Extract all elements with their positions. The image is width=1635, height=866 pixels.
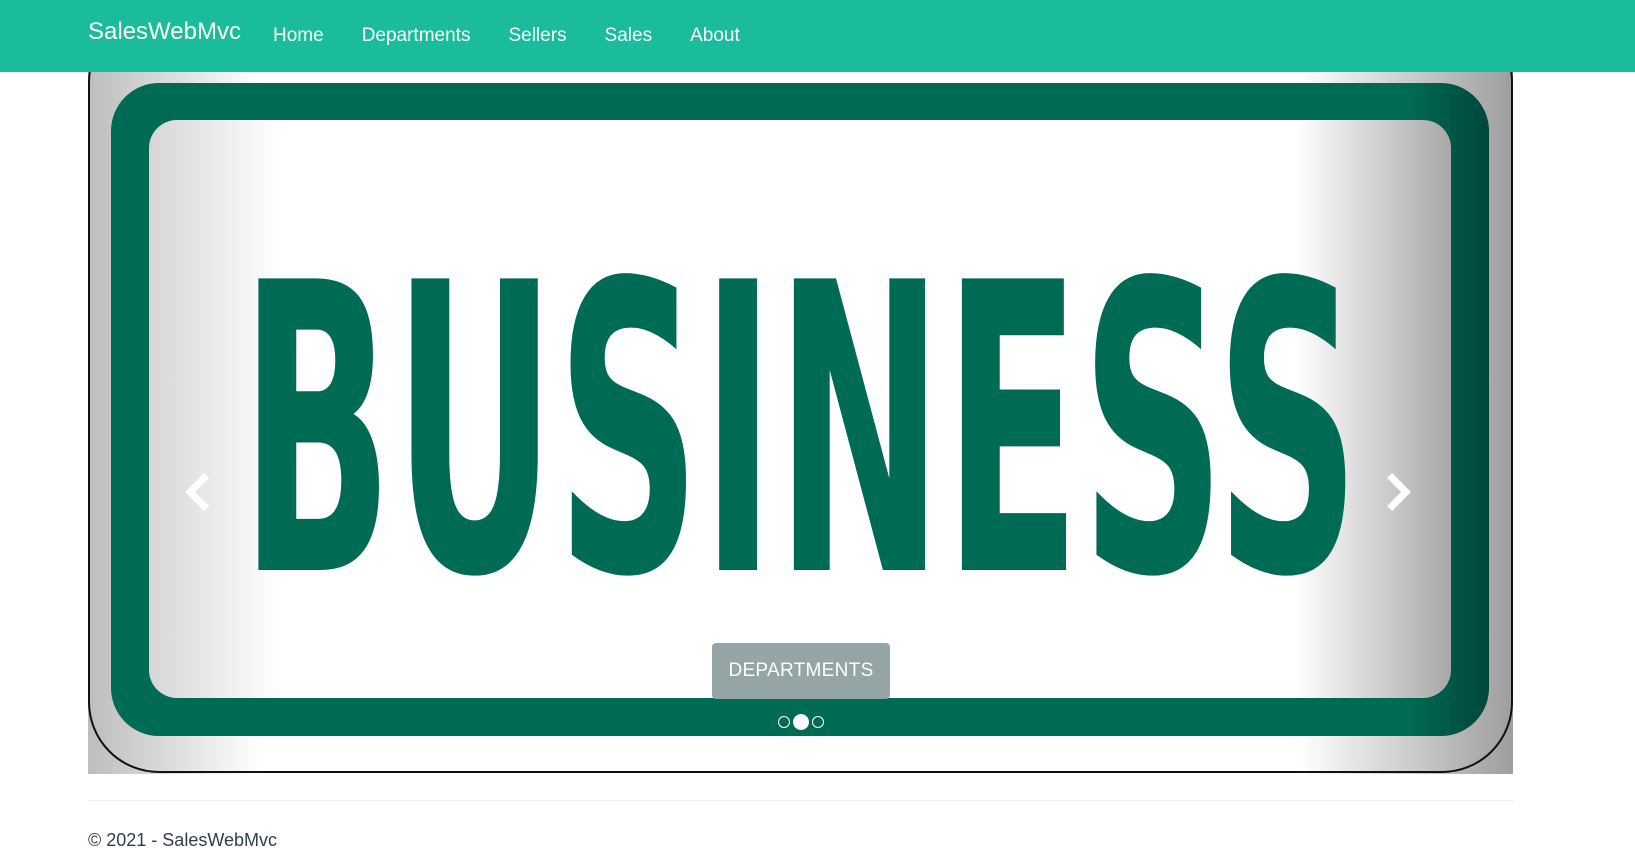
- brand-link[interactable]: SalesWebMvc: [88, 18, 241, 46]
- carousel-next-control[interactable]: [1378, 462, 1418, 522]
- chevron-right-icon: [1387, 473, 1411, 511]
- nav-departments[interactable]: Departments: [343, 25, 490, 47]
- footer-divider: [88, 800, 1513, 801]
- navbar: SalesWebMvc Home Departments Sellers Sal…: [0, 0, 1635, 72]
- carousel-indicator-3[interactable]: [811, 716, 824, 728]
- carousel-indicator-2[interactable]: [792, 714, 809, 730]
- carousel-indicators: [88, 712, 1513, 732]
- chevron-left-icon: [185, 473, 209, 511]
- footer-text: © 2021 - SalesWebMvc: [88, 830, 278, 850]
- carousel-indicator-1[interactable]: [777, 716, 790, 728]
- departments-button[interactable]: DEPARTMENTS: [712, 643, 890, 699]
- nav-sellers[interactable]: Sellers: [489, 25, 585, 47]
- nav-links: Home Departments Sellers Sales About: [254, 0, 759, 72]
- nav-sales[interactable]: Sales: [586, 25, 672, 47]
- carousel: BUSINESS DEPARTMENTS: [88, 72, 1513, 774]
- nav-home[interactable]: Home: [254, 25, 343, 47]
- slide-text: BUSINESS: [240, 200, 1360, 665]
- carousel-prev-control[interactable]: [178, 462, 218, 522]
- nav-about[interactable]: About: [671, 25, 759, 47]
